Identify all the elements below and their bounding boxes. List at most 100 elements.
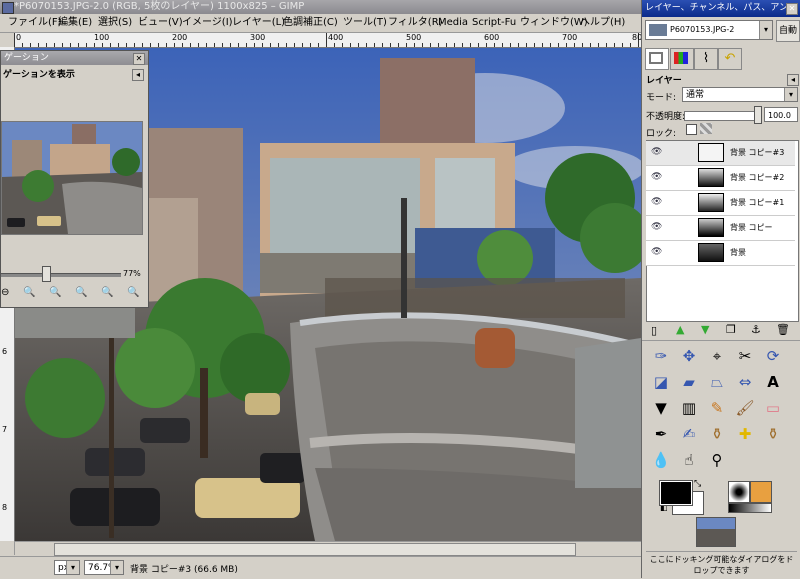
blend-icon[interactable]: ▥: [678, 397, 700, 419]
menu-layer[interactable]: レイヤー(L): [232, 16, 285, 30]
paths-icon: ⌇: [702, 51, 710, 66]
bucket-fill-icon[interactable]: ▼: [650, 397, 672, 419]
align-icon[interactable]: ⌖: [706, 345, 728, 367]
lock-pixels-checkbox[interactable]: [686, 124, 697, 135]
close-icon[interactable]: ✕: [133, 53, 145, 65]
airbrush-icon[interactable]: ✒: [650, 423, 672, 445]
layer-row[interactable]: 👁 背景 コピー: [646, 216, 795, 241]
pencil-icon[interactable]: ✎: [706, 397, 728, 419]
opacity-slider-handle[interactable]: [754, 106, 762, 124]
zoom-in-icon[interactable]: 🔍: [75, 287, 87, 298]
menu-file[interactable]: ファイル(F): [8, 16, 62, 30]
layer-row[interactable]: 👁 背景: [646, 241, 795, 266]
clone-icon[interactable]: ⚱: [706, 423, 728, 445]
menu-select[interactable]: 選択(S): [98, 16, 132, 30]
navigation-preview[interactable]: [1, 121, 143, 235]
layer-thumbnail: [698, 143, 724, 162]
new-layer-icon[interactable]: ▯: [651, 324, 657, 337]
tab-menu-icon[interactable]: ◂: [787, 74, 799, 86]
active-image-thumbnail[interactable]: [696, 517, 736, 547]
opacity-field[interactable]: 100.0: [764, 107, 798, 122]
panel-title: レイヤー: [646, 76, 682, 86]
layer-name: 背景 コピー#2: [730, 173, 785, 182]
pattern-preview[interactable]: [750, 481, 772, 503]
flip-icon[interactable]: ⇔: [734, 371, 756, 393]
tab-menu-icon[interactable]: ◂: [132, 69, 144, 81]
menu-windows[interactable]: ウィンドウ(W): [520, 16, 588, 30]
eye-icon[interactable]: 👁: [651, 198, 663, 207]
close-icon[interactable]: ✕: [786, 3, 798, 15]
foreground-color[interactable]: [659, 480, 693, 506]
image-select[interactable]: P6070153.JPG-2 ▾: [645, 20, 773, 40]
layer-row[interactable]: 👁 背景 コピー#1: [646, 191, 795, 216]
move-icon[interactable]: ✥: [678, 345, 700, 367]
lower-layer-icon[interactable]: ▼: [701, 323, 709, 336]
delete-layer-icon[interactable]: 🗑: [776, 323, 790, 336]
scale-icon[interactable]: ◪: [650, 371, 672, 393]
menu-filters[interactable]: フィルタ(R): [388, 16, 443, 30]
scrollbar-thumb[interactable]: [54, 543, 576, 556]
perspective-clone-icon[interactable]: ⚱: [762, 423, 784, 445]
dodge-burn-icon[interactable]: ⚲: [706, 449, 728, 471]
horizontal-ruler[interactable]: 0 100 200 300 400 500 600 700 800: [14, 33, 647, 48]
zoom-fill-icon[interactable]: 🔍: [127, 287, 139, 298]
menu-image[interactable]: イメージ(I): [182, 16, 233, 30]
layer-row[interactable]: 👁 背景 コピー#2: [646, 166, 795, 191]
menu-media[interactable]: Media: [438, 16, 468, 30]
blur-icon[interactable]: 💧: [650, 449, 672, 471]
menu-colors[interactable]: 色調補正(C): [283, 16, 338, 30]
heal-icon[interactable]: ✚: [734, 423, 756, 445]
tab-paths[interactable]: ⌇: [694, 48, 718, 70]
zoom-fit-icon[interactable]: 🔍: [101, 287, 113, 298]
eye-icon[interactable]: 👁: [651, 173, 663, 182]
shear-icon[interactable]: ▰: [678, 371, 700, 393]
layer-row[interactable]: 👁 背景 コピー#3: [646, 141, 795, 166]
swap-colors-icon[interactable]: ⤡: [694, 479, 701, 489]
duplicate-layer-icon[interactable]: ❐: [726, 323, 736, 336]
eye-icon[interactable]: 👁: [651, 223, 663, 232]
brush-preview[interactable]: [728, 481, 750, 503]
unit-select[interactable]: px ▾: [54, 560, 80, 575]
mode-select[interactable]: 通常 ▾: [682, 87, 798, 102]
menu-help[interactable]: ヘルプ(H): [580, 16, 625, 30]
zoom-out-icon[interactable]: 🔍: [23, 287, 35, 298]
undo-icon: ↶: [724, 51, 736, 66]
zoom-slider-handle[interactable]: [42, 266, 51, 282]
text-icon[interactable]: A: [762, 371, 784, 393]
eye-icon[interactable]: 👁: [651, 148, 663, 157]
tab-undo[interactable]: ↶: [718, 48, 742, 70]
zoom-select[interactable]: 76.7% ▾: [84, 560, 124, 575]
eye-icon[interactable]: 👁: [651, 248, 663, 257]
layers-dock[interactable]: レイヤー、チャンネル、パス、アンドゥ ✕ P6070153.JPG-2 ▾ 自動…: [641, 0, 800, 579]
navigation-dialog[interactable]: ゲーション ✕ ゲーションを表示 ◂ 77% ⊖ 🔍 🔍 🔍 🔍 🔍: [0, 50, 149, 308]
menu-script-fu[interactable]: Script-Fu: [472, 16, 516, 30]
paintbrush-icon[interactable]: 🖌: [734, 397, 756, 419]
bezier-path-icon[interactable]: ✑: [650, 345, 672, 367]
smudge-icon[interactable]: ☝: [678, 449, 700, 471]
horizontal-scrollbar[interactable]: [14, 541, 644, 556]
menu-edit[interactable]: 編集(E): [58, 16, 92, 30]
tab-layers[interactable]: [645, 48, 669, 70]
auto-button[interactable]: 自動: [776, 20, 800, 42]
gradient-preview[interactable]: [728, 503, 772, 513]
menu-view[interactable]: ビュー(V): [138, 16, 183, 30]
anchor-layer-icon[interactable]: ⚓: [751, 323, 761, 336]
ruler-label: 200: [172, 33, 188, 42]
eraser-icon[interactable]: ▭: [762, 397, 784, 419]
raise-layer-icon[interactable]: ▲: [676, 323, 684, 336]
opacity-slider[interactable]: [684, 111, 760, 121]
zoom-1-1-icon[interactable]: 🔍: [49, 287, 61, 298]
perspective-icon[interactable]: ⏢: [706, 371, 728, 393]
zoom-slider-track[interactable]: [1, 273, 121, 277]
ink-icon[interactable]: ✍: [678, 423, 700, 445]
tab-channels[interactable]: [670, 48, 694, 70]
gimp-app-icon: [2, 2, 14, 14]
navigation-titlebar[interactable]: ゲーション ✕: [1, 51, 148, 65]
crop-icon[interactable]: ✂: [734, 345, 756, 367]
rotate-icon[interactable]: ⟳: [762, 345, 784, 367]
dock-titlebar[interactable]: レイヤー、チャンネル、パス、アンドゥ ✕: [642, 0, 800, 30]
ruler-corner[interactable]: [0, 33, 15, 48]
quick-mask-toggle[interactable]: [0, 541, 15, 555]
menu-tools[interactable]: ツール(T): [343, 16, 387, 30]
zoom-out-more-icon[interactable]: ⊖: [1, 287, 9, 298]
